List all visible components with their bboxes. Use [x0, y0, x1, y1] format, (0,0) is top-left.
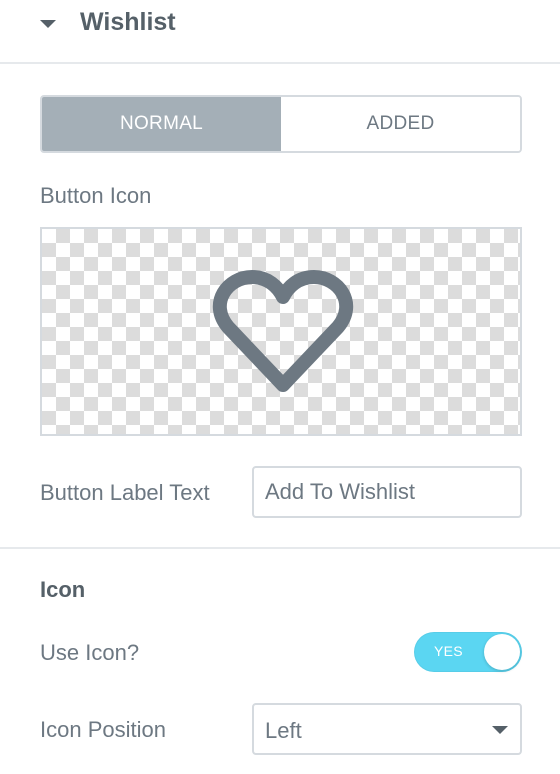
icon-picker-preview[interactable] [40, 227, 522, 436]
section-title: Wishlist [80, 8, 176, 36]
section-header-wishlist[interactable]: Wishlist [0, 0, 560, 64]
use-icon-label: Use Icon? [40, 640, 140, 665]
section-divider [0, 547, 560, 549]
icon-position-value: Left [265, 718, 302, 743]
tab-normal[interactable]: NORMAL [42, 97, 281, 151]
icon-position-select[interactable]: Left [252, 703, 522, 755]
caret-down-icon [40, 20, 56, 28]
use-icon-toggle[interactable]: YES [414, 632, 522, 672]
tab-added[interactable]: ADDED [281, 97, 520, 151]
state-tabs: NORMAL ADDED [40, 95, 522, 153]
toggle-state-text: YES [434, 643, 463, 659]
chevron-down-icon [492, 726, 508, 734]
button-label-text-input[interactable] [252, 466, 522, 518]
button-label-text-label: Button Label Text [40, 480, 210, 505]
heart-outline-icon [212, 270, 354, 392]
toggle-knob [484, 634, 520, 670]
button-icon-label: Button Icon [40, 183, 152, 208]
icon-position-label: Icon Position [40, 717, 166, 742]
icon-subheading: Icon [40, 577, 86, 602]
